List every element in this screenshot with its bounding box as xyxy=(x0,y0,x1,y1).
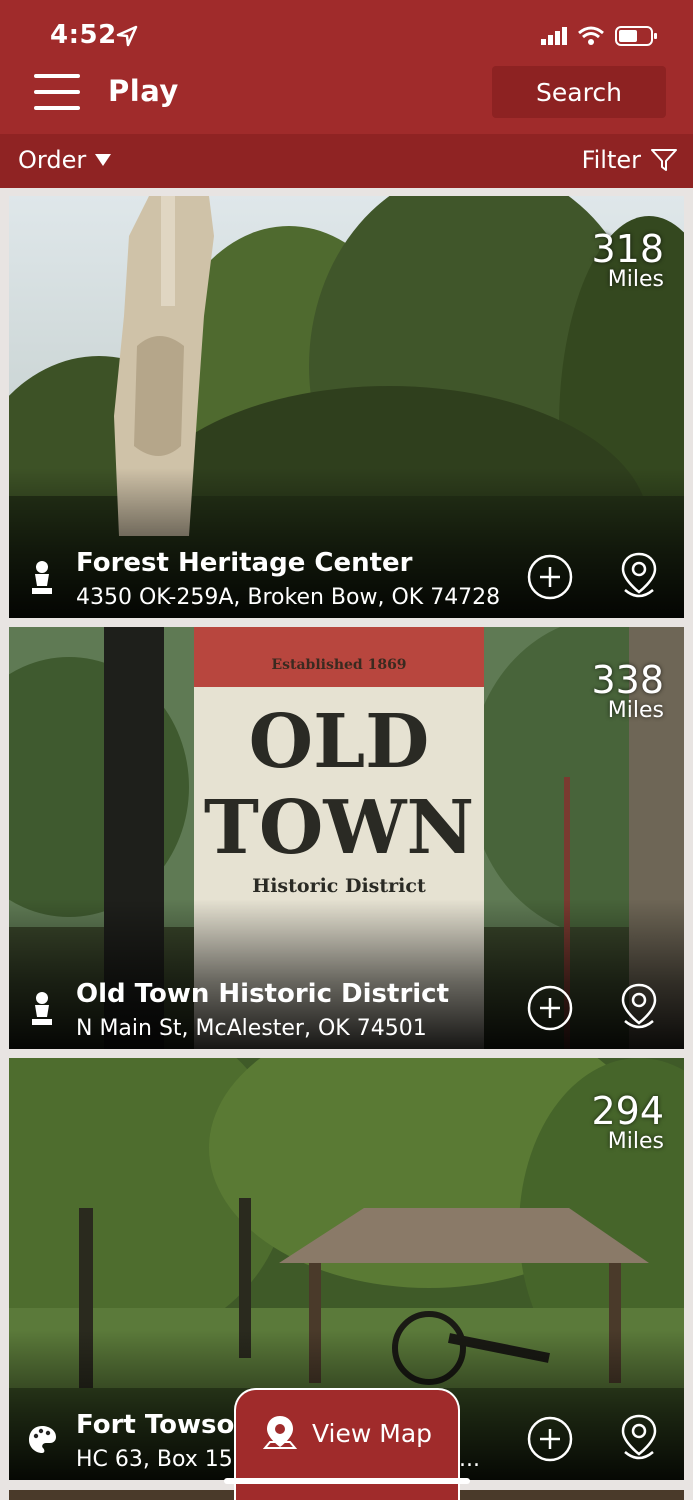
sign-line-historic: Historic District xyxy=(252,875,426,897)
art-palette-icon xyxy=(29,1426,56,1453)
order-dropdown[interactable]: Order xyxy=(18,146,112,174)
address-truncation: ... xyxy=(459,1447,480,1472)
distance-badge: 338 Miles xyxy=(591,661,664,723)
distance-unit: Miles xyxy=(607,267,664,292)
page-title: Play xyxy=(108,74,179,108)
distance-unit: Miles xyxy=(607,698,664,723)
status-bar: 4:52 xyxy=(0,0,693,62)
home-indicator xyxy=(224,1478,470,1484)
place-title: Fort Towson xyxy=(76,1410,253,1440)
sign-line-town: TOWN xyxy=(203,785,475,871)
add-circle-icon[interactable] xyxy=(527,554,573,600)
place-title: Forest Heritage Center xyxy=(76,548,413,578)
place-address: 4350 OK-259A, Broken Bow, OK 74728 xyxy=(76,585,501,610)
filter-funnel-icon xyxy=(651,149,677,171)
map-pin-icon xyxy=(262,1416,298,1449)
hamburger-menu-icon[interactable] xyxy=(34,74,80,110)
add-circle-icon[interactable] xyxy=(527,1416,573,1462)
distance-badge: 294 Miles xyxy=(591,1092,664,1154)
search-button[interactable]: Search xyxy=(492,66,666,118)
place-card[interactable]: 318 Miles Forest Heritage Center 4350 OK… xyxy=(9,196,684,618)
order-label: Order xyxy=(18,146,87,174)
status-icons xyxy=(541,26,657,46)
wifi-icon xyxy=(578,26,604,45)
sign-established: Established 1869 xyxy=(271,657,407,673)
distance-unit: Miles xyxy=(607,1129,664,1154)
map-pin-icon[interactable] xyxy=(615,981,663,1033)
distance-value: 318 xyxy=(591,227,664,271)
add-circle-icon[interactable] xyxy=(527,985,573,1031)
distance-badge: 318 Miles xyxy=(591,230,664,292)
distance-value: 294 xyxy=(591,1089,664,1133)
place-address: HC 63, Box 158 xyxy=(76,1447,247,1472)
filter-button[interactable]: Filter xyxy=(582,146,677,174)
nav-bar: Play Search xyxy=(0,62,693,134)
person-statue-icon xyxy=(32,561,52,594)
map-pin-icon[interactable] xyxy=(615,1412,663,1464)
filter-label: Filter xyxy=(581,146,641,174)
map-pin-icon[interactable] xyxy=(615,550,663,602)
view-map-content: View Map xyxy=(262,1414,432,1452)
caret-down-icon xyxy=(95,154,112,166)
order-filter-bar: Order Filter xyxy=(0,134,693,188)
person-statue-icon xyxy=(32,992,52,1025)
place-address: N Main St, McAlester, OK 74501 xyxy=(76,1016,427,1041)
sign-line-old: OLD xyxy=(248,699,430,785)
location-arrow-icon xyxy=(116,25,138,47)
distance-value: 338 xyxy=(591,658,664,702)
place-title: Old Town Historic District xyxy=(76,979,450,1009)
status-time: 4:52 xyxy=(50,20,117,50)
cellular-signal-icon xyxy=(541,27,567,45)
view-map-label: View Map xyxy=(312,1418,433,1448)
battery-icon xyxy=(615,26,657,46)
place-card[interactable]: Established 1869 OLD TOWN Historic Distr… xyxy=(9,627,684,1049)
